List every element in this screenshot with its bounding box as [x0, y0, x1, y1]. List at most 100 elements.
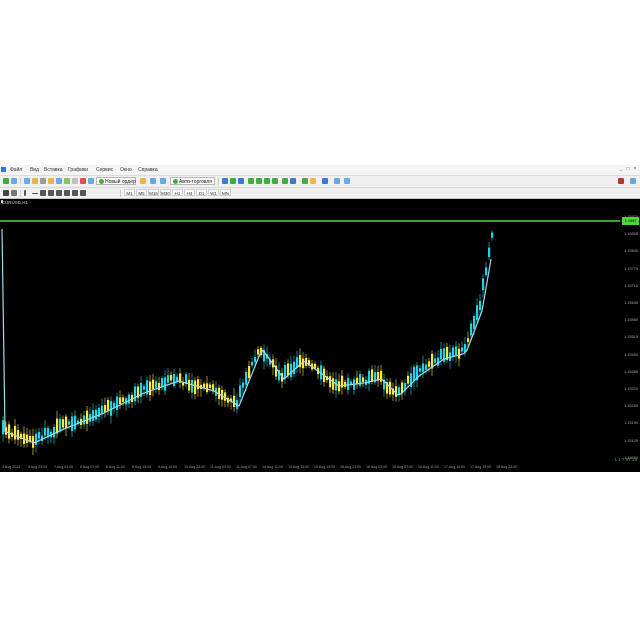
strategy-tester-icon[interactable]: [56, 178, 62, 184]
candle-body: [344, 381, 347, 387]
chart-shift-icon[interactable]: [272, 178, 278, 184]
menu-view[interactable]: Вид: [30, 167, 39, 173]
candle-body: [332, 378, 335, 390]
minimize-button[interactable]: _: [618, 166, 624, 173]
timeframe-m5[interactable]: M5: [136, 189, 147, 196]
candle-body: [107, 399, 110, 411]
timeframe-d1[interactable]: D1: [196, 189, 207, 196]
price-scale-label: 1.15775: [624, 266, 638, 271]
menu-help[interactable]: Справка: [138, 167, 158, 173]
chart-window[interactable]: EURUSD,H1 1.159701.159051.158401.157751.…: [0, 199, 640, 472]
options-icon[interactable]: [72, 178, 78, 184]
time-axis-label: 8 Aug 11:00: [106, 465, 125, 469]
new-chart-icon[interactable]: [3, 178, 9, 184]
candle-body: [440, 348, 443, 360]
market-icon[interactable]: [88, 178, 94, 184]
fibonacci-icon[interactable]: [56, 190, 62, 196]
menu-insert[interactable]: Вставка: [44, 167, 63, 173]
menu-window[interactable]: Окно: [120, 167, 132, 173]
community-icon[interactable]: [344, 178, 350, 184]
signals-icon[interactable]: [80, 178, 86, 184]
price-scale-label: 1.15710: [624, 283, 638, 288]
candle-body: [284, 364, 287, 379]
close-button[interactable]: ×: [632, 166, 638, 173]
candle-body: [422, 363, 425, 372]
candle-body: [86, 410, 89, 424]
menu-tools[interactable]: Сервис: [96, 167, 113, 173]
candle-body: [485, 267, 488, 276]
timeframe-m1[interactable]: M1: [124, 189, 135, 196]
market-watch-icon[interactable]: [24, 178, 30, 184]
candle-body: [104, 405, 107, 412]
globe-icon[interactable]: [334, 178, 340, 184]
cursor-icon[interactable]: [3, 190, 9, 196]
periods-icon[interactable]: [302, 178, 308, 184]
price-scale-label: 1.15450: [624, 352, 638, 357]
timeframe-mn[interactable]: MN: [220, 189, 231, 196]
trendline-icon[interactable]: [40, 190, 46, 196]
candle-body: [155, 381, 158, 388]
candle-body: [35, 433, 38, 445]
candle-body: [71, 416, 74, 432]
global-variables-icon[interactable]: [160, 178, 166, 184]
terminal-icon[interactable]: [48, 178, 54, 184]
metaquotes-icon[interactable]: [140, 178, 146, 184]
time-axis-label: 15 Aug 23:00: [340, 465, 362, 469]
line-chart-icon[interactable]: [238, 178, 244, 184]
timeframe-h4[interactable]: H4: [184, 189, 195, 196]
candlestick-icon[interactable]: [230, 178, 236, 184]
bar-chart-icon[interactable]: [222, 178, 228, 184]
candle-body: [203, 383, 206, 388]
toolbar-separator: [218, 178, 219, 185]
history-center-icon[interactable]: [150, 178, 156, 184]
templates-icon[interactable]: [310, 178, 316, 184]
menu-charts[interactable]: Графики: [68, 167, 88, 173]
search-icon[interactable]: [618, 178, 624, 184]
menu-file[interactable]: Файл: [10, 167, 22, 173]
price-scale-label: 1.15840: [624, 249, 638, 254]
candle-body: [245, 371, 248, 385]
timeframe-m30[interactable]: M30: [160, 189, 171, 196]
data-window-icon[interactable]: [32, 178, 38, 184]
horizontal-line-icon[interactable]: [32, 193, 38, 194]
crosshair-icon[interactable]: [11, 190, 17, 196]
candle-body: [8, 424, 11, 439]
text-icon[interactable]: [64, 190, 70, 196]
text-label-icon[interactable]: [72, 190, 78, 196]
candle-body: [467, 338, 470, 342]
indicators-icon[interactable]: [290, 178, 296, 184]
candle-body: [95, 409, 98, 420]
candle-body: [212, 384, 215, 391]
new-order-icon: [99, 179, 104, 184]
candle-body: [164, 377, 167, 391]
timeframe-m15[interactable]: M15: [148, 189, 159, 196]
candle-series: [2, 230, 494, 455]
maximize-button[interactable]: □: [625, 166, 631, 173]
auto-trading-button[interactable]: Авто-торговля: [170, 177, 215, 185]
zoom-out-icon[interactable]: [256, 178, 262, 184]
candle-body: [209, 384, 212, 388]
price-chart[interactable]: [0, 199, 640, 472]
candle-body: [74, 415, 77, 430]
zoom-in-icon[interactable]: [248, 178, 254, 184]
candle-body: [413, 366, 416, 381]
navigator-icon[interactable]: [40, 178, 46, 184]
tile-windows-icon[interactable]: [264, 178, 270, 184]
timeframe-h1[interactable]: H1: [172, 189, 183, 196]
equidistant-channel-icon[interactable]: [48, 190, 54, 196]
time-axis-label: 4 Aug 23:00: [28, 465, 48, 469]
metaeditor-icon[interactable]: [64, 178, 70, 184]
profiles-icon[interactable]: [11, 178, 17, 184]
new-order-button[interactable]: Новый ордер: [96, 177, 136, 185]
settings-icon[interactable]: [322, 178, 328, 184]
candle-body: [470, 323, 473, 336]
app-icon: [1, 167, 6, 172]
auto-scroll-icon[interactable]: [282, 178, 288, 184]
candle-body: [293, 361, 296, 375]
timeframe-w1[interactable]: W1: [208, 189, 219, 196]
vertical-line-icon[interactable]: [24, 190, 26, 196]
chat-icon[interactable]: [630, 178, 636, 184]
candle-body: [233, 395, 236, 407]
candle-body: [476, 305, 479, 320]
arrows-icon[interactable]: [80, 190, 86, 196]
